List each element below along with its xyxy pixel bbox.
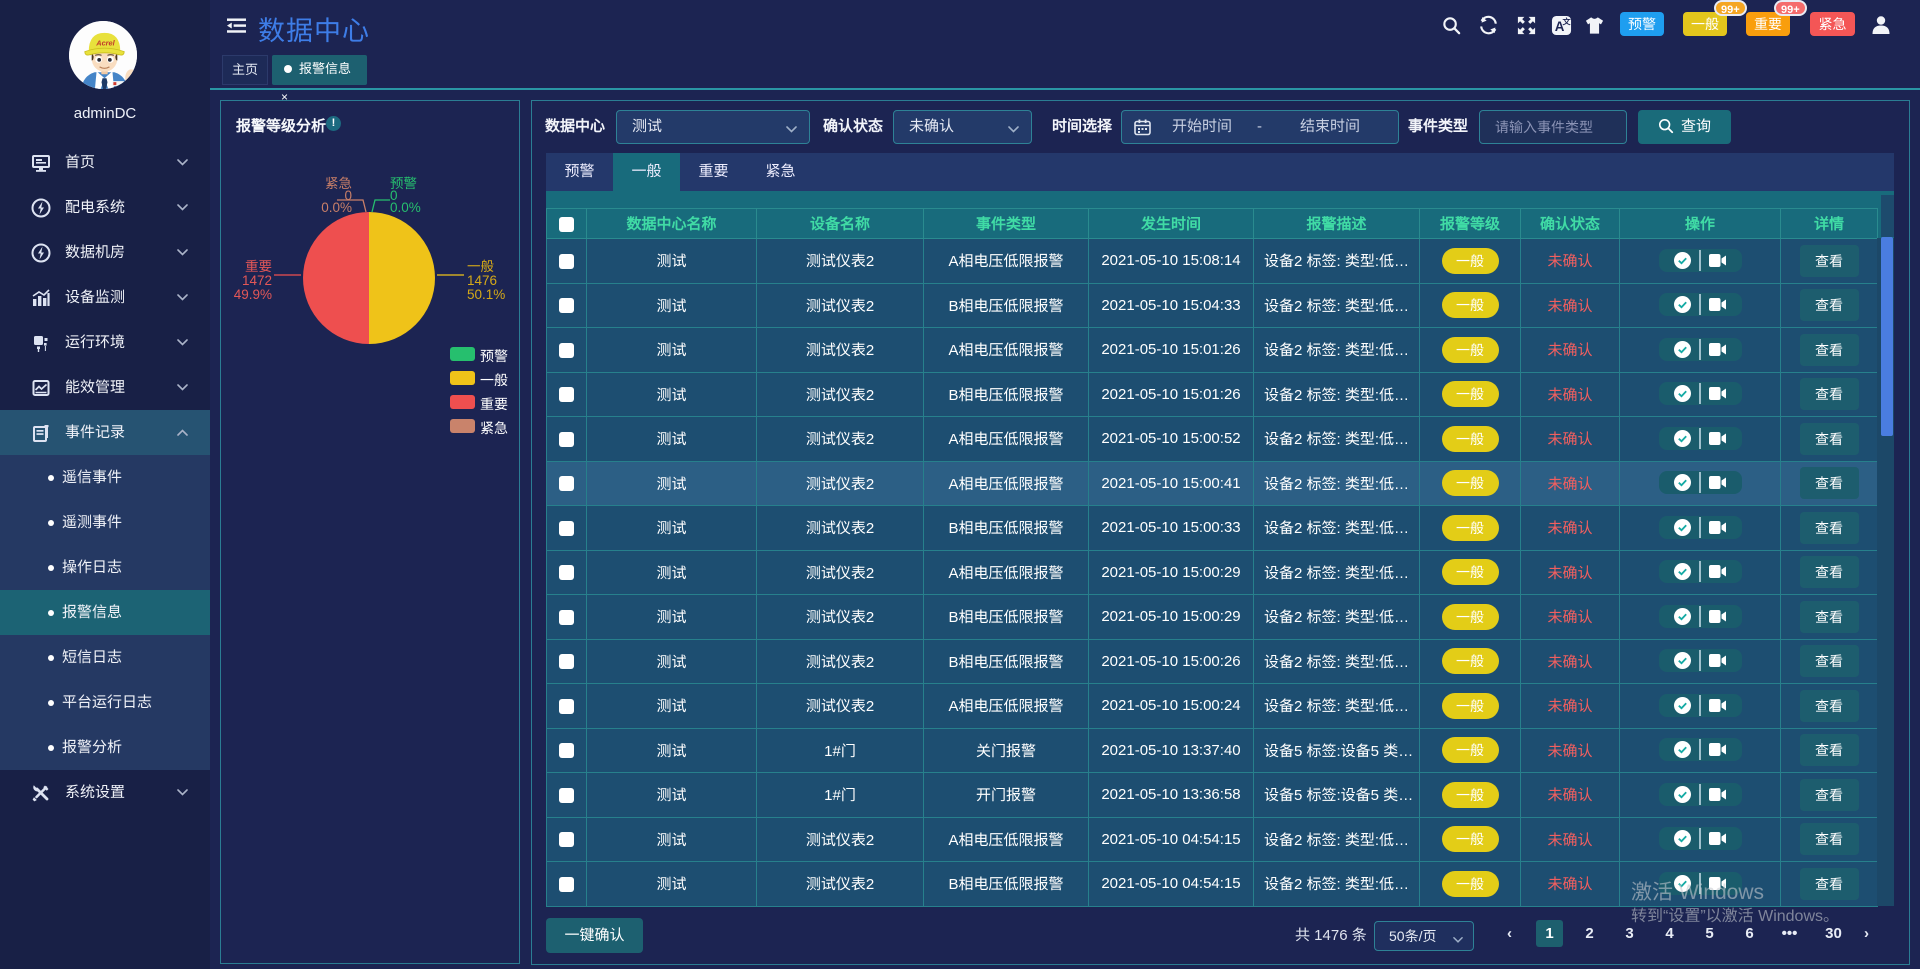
svg-text:Acrel: Acrel [95,39,115,48]
svg-text:文: 文 [1562,17,1572,27]
